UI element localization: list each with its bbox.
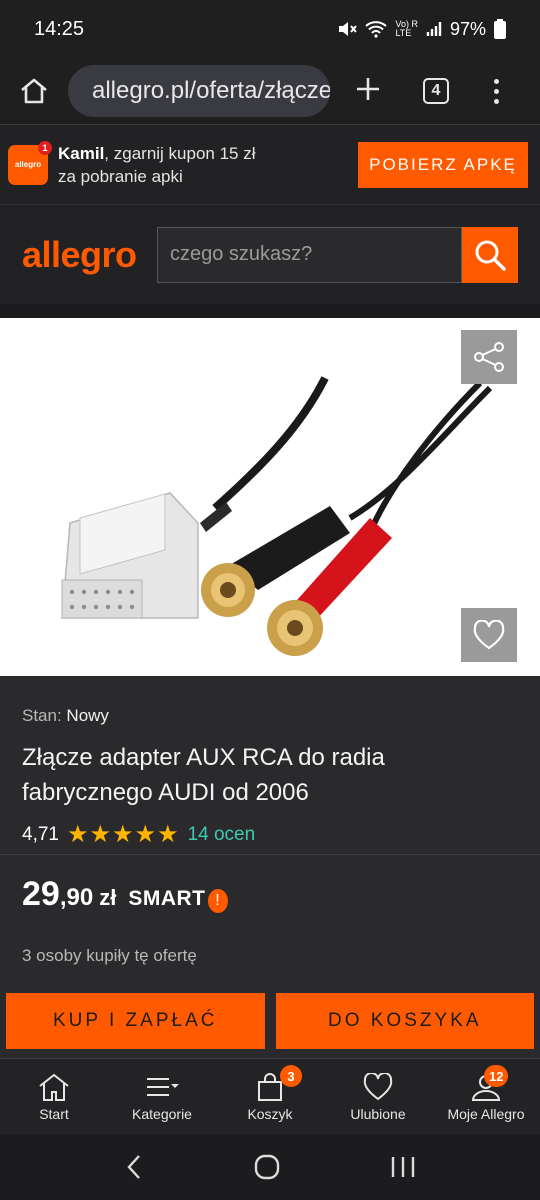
rating-count-link[interactable]: 14 ocen (188, 824, 256, 846)
cart-count-badge: 3 (280, 1065, 302, 1087)
nav-label: Kategorie (132, 1105, 192, 1122)
allegro-logo[interactable]: allegro (22, 234, 157, 276)
status-icons: Vo) R LTE 97% (337, 19, 506, 40)
browser-menu-button[interactable] (466, 78, 526, 104)
product-condition: Stan: Nowy (22, 706, 109, 725)
nav-categories[interactable]: Kategorie (108, 1059, 216, 1134)
notifications-badge: 12 (484, 1065, 509, 1087)
plus-icon (357, 77, 379, 100)
app-promo-banner: allegro 1 Kamil, zgarnij kupon 15 zł za … (0, 124, 540, 204)
address-bar[interactable]: allegro.pl/oferta/złącze (68, 65, 330, 117)
volte-label: Vo) R LTE (395, 19, 418, 38)
bought-count: 3 osoby kupiły tę ofertę (22, 946, 197, 965)
promo-text: Kamil, zgarnij kupon 15 zł za pobranie a… (58, 143, 256, 186)
search-input[interactable]: czego szukasz? (157, 226, 462, 283)
price-section: 29,90 zł SMART! 3 osoby kupiły tę ofertę (0, 854, 540, 984)
recent-apps-icon[interactable] (390, 1155, 416, 1179)
home-icon (39, 1073, 69, 1101)
buy-now-button[interactable]: KUP I ZAPŁAĆ (6, 993, 265, 1049)
product-info: Stan: Nowy Złącze adapter AUX RCA do rad… (0, 676, 540, 854)
nav-label: Koszyk (247, 1105, 293, 1122)
product-rating[interactable]: 4,71 ★★★★★ 14 ocen (22, 820, 518, 849)
signal-icon (426, 22, 442, 36)
status-bar: 14:25 Vo) R LTE 97% (0, 0, 540, 58)
tab-switcher-button[interactable]: 4 (406, 78, 466, 104)
tab-count: 4 (423, 78, 449, 104)
notification-badge: 1 (38, 140, 52, 155)
product-photo (61, 376, 493, 656)
promo-user: Kamil (58, 143, 105, 163)
smart-badge: SMART (128, 887, 206, 910)
browser-toolbar: allegro.pl/oferta/złącze 4 (0, 58, 540, 124)
url-text: allegro.pl/oferta/złącze (92, 77, 330, 104)
purchase-actions: KUP I ZAPŁAĆ DO KOSZYKA (0, 984, 540, 1058)
nav-favorites[interactable]: Ulubione (324, 1059, 432, 1134)
product-title: Złącze adapter AUX RCA do radia fabryczn… (22, 744, 385, 806)
share-icon (474, 342, 504, 372)
battery-percent: 97% (449, 18, 486, 39)
battery-icon (494, 19, 506, 39)
nav-label: Moje Allegro (447, 1105, 525, 1122)
back-icon[interactable] (124, 1153, 144, 1181)
share-button[interactable] (461, 330, 517, 384)
search-button[interactable] (462, 226, 518, 283)
nav-start[interactable]: Start (0, 1059, 108, 1134)
new-tab-button[interactable] (330, 72, 406, 111)
wifi-icon (365, 21, 388, 38)
nav-label: Start (39, 1105, 69, 1122)
search-icon (475, 240, 506, 271)
menu-icon (147, 1077, 179, 1096)
home-icon (21, 78, 47, 104)
heart-icon (363, 1072, 393, 1100)
nav-my-allegro[interactable]: Moje Allegro 12 (432, 1059, 540, 1134)
get-app-button[interactable]: POBIERZ APKĘ (358, 141, 528, 188)
clock: 14:25 (34, 17, 85, 40)
bottom-navigation: Start Kategorie Koszyk 3 Ulubione Moje A… (0, 1058, 540, 1134)
product-image[interactable] (0, 318, 540, 676)
site-header: allegro czego szukasz? (0, 204, 540, 304)
app-logo: allegro 1 (8, 140, 52, 185)
add-to-cart-button[interactable]: DO KOSZYKA (275, 993, 534, 1049)
rating-value: 4,71 (22, 823, 59, 845)
home-circle-icon[interactable] (253, 1153, 281, 1181)
heart-icon (473, 620, 505, 650)
product-price: 29,90 zł SMART! (22, 875, 518, 914)
favorite-button[interactable] (461, 608, 517, 662)
mute-icon (339, 22, 358, 36)
rating-stars-icon: ★★★★★ (66, 821, 180, 848)
nav-label: Ulubione (350, 1105, 406, 1122)
browser-home-button[interactable] (0, 77, 68, 105)
smart-info-icon[interactable]: ! (207, 889, 228, 913)
system-navigation (0, 1134, 540, 1200)
nav-cart[interactable]: Koszyk 3 (216, 1059, 324, 1134)
